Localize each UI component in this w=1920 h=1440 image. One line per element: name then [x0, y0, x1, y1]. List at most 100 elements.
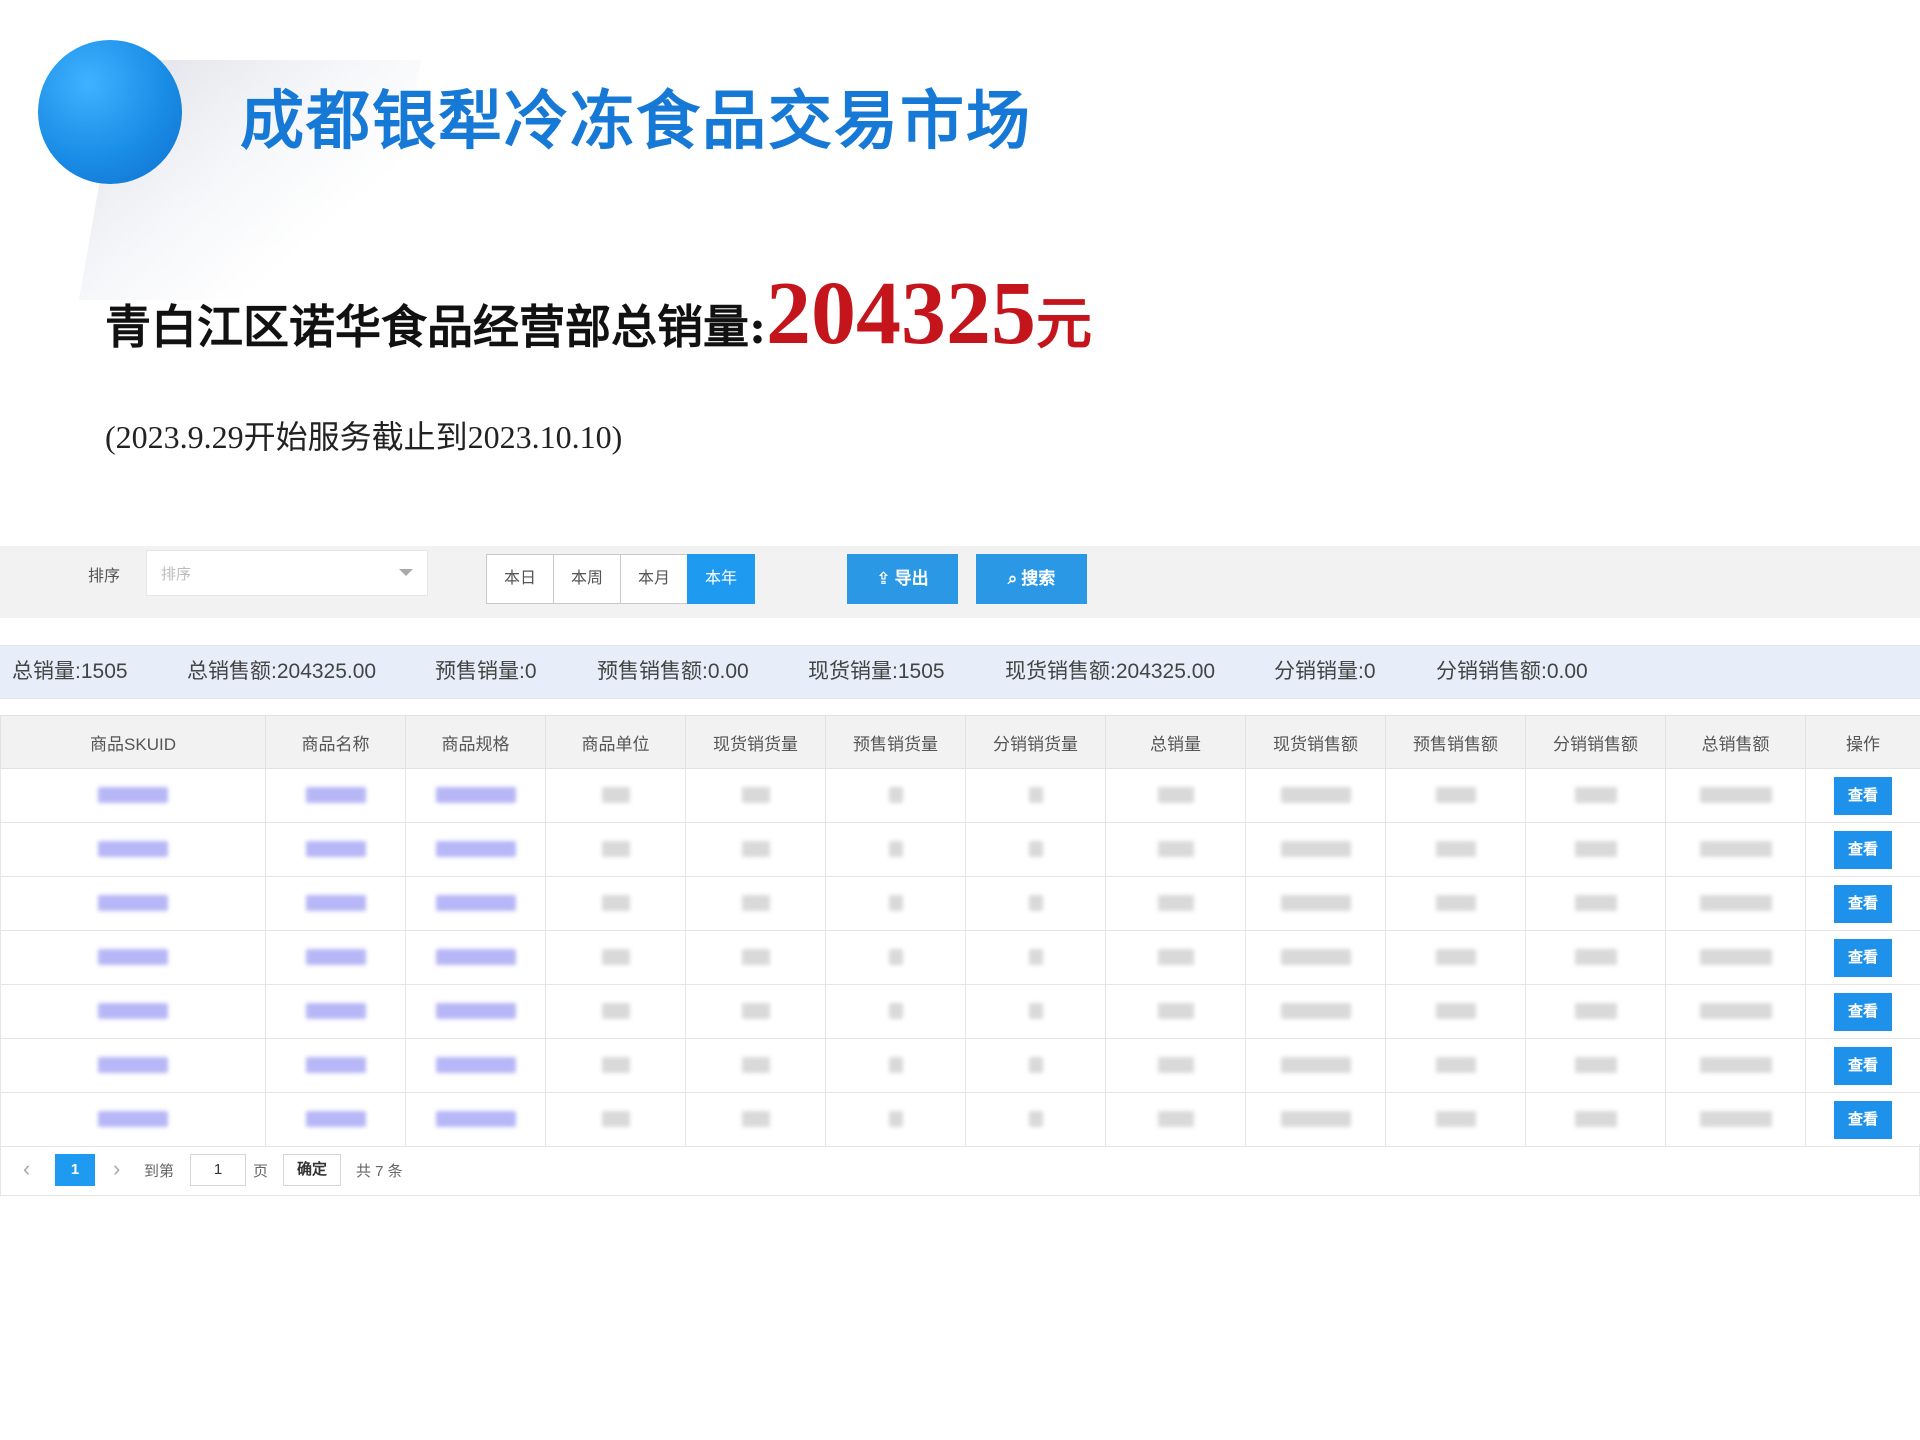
table-cell [405, 984, 546, 1039]
summary-label: 青白江区诺华食品经营部总销量: [105, 300, 766, 354]
redacted-value [1435, 787, 1476, 804]
redacted-value [435, 787, 516, 804]
view-button[interactable]: 查看 [1834, 938, 1892, 977]
sort-placeholder: 排序 [161, 566, 192, 583]
view-button[interactable]: 查看 [1834, 992, 1892, 1031]
filter-bar: 排序 排序 本日 本周 本月 本年 ⇪ 导出 ⌕ 搜索 [0, 546, 1920, 618]
period-week-button[interactable]: 本周 [553, 554, 621, 604]
table-cell [1665, 1092, 1806, 1147]
table-cell [0, 768, 266, 823]
table-cell [1665, 1038, 1806, 1093]
table-cell [1525, 1038, 1666, 1093]
search-button[interactable]: ⌕ 搜索 [976, 554, 1087, 604]
table-cell [545, 876, 686, 931]
redacted-value [1435, 895, 1476, 912]
table-cell [545, 1092, 686, 1147]
redacted-value [1574, 841, 1617, 858]
redacted-value [888, 1057, 903, 1074]
redacted-value [1280, 1057, 1351, 1074]
view-button[interactable]: 查看 [1834, 1100, 1892, 1139]
period-year-button[interactable]: 本年 [687, 554, 755, 604]
table-body: 查看 查看 查看 查看 查看 查看 查看 [0, 768, 1920, 1147]
period-month-button[interactable]: 本月 [620, 554, 688, 604]
table-cell [405, 930, 546, 985]
table-row: 查看 [0, 1038, 1920, 1093]
column-header[interactable]: 现货销货量 [685, 715, 826, 769]
table-cell [265, 876, 406, 931]
redacted-value [1157, 895, 1194, 912]
redacted-value [1435, 1111, 1476, 1128]
view-button[interactable]: 查看 [1834, 1046, 1892, 1085]
redacted-value [305, 1111, 366, 1128]
confirm-button[interactable]: 确定 [283, 1154, 341, 1186]
table-cell [0, 1092, 266, 1147]
table-cell [1525, 984, 1666, 1039]
redacted-value [888, 1003, 903, 1020]
table-cell [825, 768, 966, 823]
export-button[interactable]: ⇪ 导出 [847, 554, 958, 604]
column-header[interactable]: 总销量 [1105, 715, 1246, 769]
stat-total-amount: 总销售额:204325.00 [187, 660, 377, 683]
table-cell [685, 984, 826, 1039]
redacted-value [98, 949, 168, 966]
table-cell [1525, 876, 1666, 931]
next-page-icon[interactable]: › [113, 1156, 120, 1182]
redacted-value [1028, 895, 1043, 912]
column-header[interactable]: 商品单位 [545, 715, 686, 769]
prev-page-icon[interactable]: ‹ [23, 1156, 30, 1182]
column-header[interactable]: 商品SKUID [0, 715, 266, 769]
redacted-value [1699, 1057, 1772, 1074]
sort-select[interactable]: 排序 [146, 550, 428, 596]
search-icon: ⌕ [1007, 569, 1018, 588]
column-header[interactable]: 商品名称 [265, 715, 406, 769]
redacted-value [435, 1057, 516, 1074]
redacted-value [601, 841, 630, 858]
sort-label: 排序 [88, 568, 121, 585]
view-button[interactable]: 查看 [1834, 830, 1892, 869]
redacted-value [1157, 1057, 1194, 1074]
table-cell [1105, 930, 1246, 985]
column-header[interactable]: 总销售额 [1665, 715, 1806, 769]
redacted-value [741, 787, 770, 804]
column-header[interactable]: 现货销售额 [1245, 715, 1386, 769]
redacted-value [1574, 787, 1617, 804]
table-cell [825, 984, 966, 1039]
redacted-value [888, 841, 903, 858]
column-header[interactable]: 预售销售额 [1385, 715, 1526, 769]
page-input[interactable]: 1 [190, 1154, 246, 1186]
summary-unit: 元 [1035, 291, 1092, 357]
page-number-button[interactable]: 1 [55, 1154, 95, 1186]
search-label: 搜索 [1021, 569, 1056, 588]
goto-label: 到第 [144, 1163, 175, 1180]
stat-presale-qty: 预售销量:0 [435, 660, 537, 683]
redacted-value [888, 1111, 903, 1128]
table-cell-action: 查看 [1805, 822, 1920, 877]
table-cell [965, 1038, 1106, 1093]
total-count: 共 7 条 [356, 1163, 403, 1180]
table-cell [265, 822, 406, 877]
stat-stock-amount: 现货销售额:204325.00 [1005, 660, 1216, 683]
column-header[interactable]: 分销销货量 [965, 715, 1106, 769]
sales-summary: 青白江区诺华食品经营部总销量:204325元 [105, 262, 1092, 365]
table-cell [965, 876, 1106, 931]
table-cell-action: 查看 [1805, 1092, 1920, 1147]
column-header[interactable]: 预售销货量 [825, 715, 966, 769]
redacted-value [1028, 1057, 1043, 1074]
redacted-value [98, 895, 168, 912]
table-cell [545, 984, 686, 1039]
view-button[interactable]: 查看 [1834, 884, 1892, 923]
column-header[interactable]: 商品规格 [405, 715, 546, 769]
redacted-value [1157, 841, 1194, 858]
table-cell [1245, 984, 1386, 1039]
redacted-value [435, 895, 516, 912]
column-header[interactable]: 分销销售额 [1525, 715, 1666, 769]
redacted-value [98, 1111, 168, 1128]
redacted-value [888, 787, 903, 804]
table-cell [545, 930, 686, 985]
table-cell [1245, 1038, 1386, 1093]
view-button[interactable]: 查看 [1834, 776, 1892, 815]
period-day-button[interactable]: 本日 [486, 554, 554, 604]
redacted-value [435, 1003, 516, 1020]
table-cell [1665, 984, 1806, 1039]
table-cell [1245, 876, 1386, 931]
